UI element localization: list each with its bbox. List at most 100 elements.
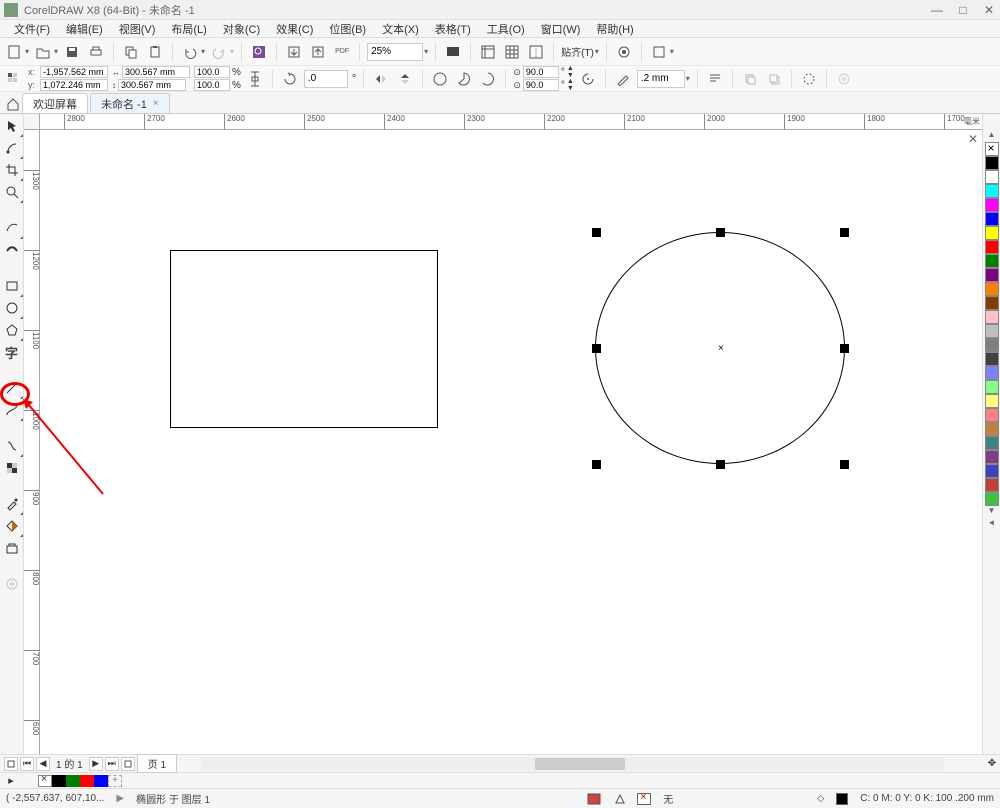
doc-no-color-swatch[interactable] (38, 775, 52, 787)
print-button[interactable] (86, 42, 106, 62)
color-swatch[interactable] (985, 492, 999, 506)
fill-none-swatch[interactable] (637, 793, 651, 805)
spinner-down[interactable]: ▼ (567, 85, 574, 92)
shape-tool[interactable] (2, 138, 22, 158)
add-page-button[interactable] (4, 757, 18, 771)
rotation-input[interactable] (304, 70, 348, 88)
convert-curves-button[interactable] (799, 69, 819, 89)
color-swatch[interactable] (985, 240, 999, 254)
canvas-close-button[interactable]: ✕ (968, 132, 978, 146)
menu-help[interactable]: 帮助(H) (588, 19, 641, 39)
home-tab-button[interactable] (4, 95, 22, 113)
rectangle-object[interactable] (170, 250, 438, 428)
color-swatch[interactable] (985, 380, 999, 394)
selection-handle-w[interactable] (592, 344, 601, 353)
drop-shadow-tool[interactable] (2, 436, 22, 456)
fullscreen-preview-button[interactable] (443, 42, 463, 62)
menu-tools[interactable]: 工具(O) (479, 19, 533, 39)
mirror-h-button[interactable] (371, 69, 391, 89)
menu-effects[interactable]: 效果(C) (268, 19, 321, 39)
artistic-media-tool[interactable] (2, 240, 22, 260)
color-swatch[interactable] (985, 338, 999, 352)
snap-dropdown-icon[interactable]: ▾ (595, 47, 599, 56)
spinner-up[interactable]: ▲ (567, 78, 574, 85)
minimize-button[interactable]: — (930, 3, 944, 17)
color-swatch[interactable] (985, 352, 999, 366)
navigator-button[interactable]: ✥ (984, 758, 1000, 769)
color-swatch[interactable] (985, 212, 999, 226)
ellipse-tool[interactable] (2, 298, 22, 318)
pick-tool[interactable] (2, 116, 22, 136)
palette-scroll-down[interactable]: ▼ (988, 506, 996, 518)
to-back-button[interactable] (764, 69, 784, 89)
color-swatch[interactable] (985, 450, 999, 464)
selection-handle-e[interactable] (840, 344, 849, 353)
polygon-tool[interactable] (2, 320, 22, 340)
outline-dropdown-icon[interactable]: ▾ (686, 74, 690, 83)
transparency-tool[interactable] (2, 458, 22, 478)
interactive-fill-tool[interactable] (2, 516, 22, 536)
selection-handle-nw[interactable] (592, 228, 601, 237)
outline-width-input[interactable] (637, 70, 685, 88)
text-tool[interactable]: 字 (2, 342, 22, 362)
color-swatch[interactable] (985, 198, 999, 212)
fill-indicator-icon[interactable] (587, 793, 601, 805)
color-swatch[interactable] (985, 478, 999, 492)
add-swatch-button[interactable]: + (108, 775, 122, 787)
new-dropdown-icon[interactable]: ▾ (25, 47, 29, 56)
smart-fill-tool[interactable] (2, 538, 22, 558)
color-swatch[interactable] (985, 408, 999, 422)
color-swatch[interactable] (985, 226, 999, 240)
height-input[interactable] (118, 79, 186, 91)
undo-dropdown-icon[interactable]: ▾ (201, 47, 205, 56)
freehand-tool[interactable] (2, 218, 22, 238)
launcher-dropdown-icon[interactable]: ▾ (670, 47, 674, 56)
ellipse-mode-button[interactable] (430, 69, 450, 89)
zoom-tool[interactable] (2, 182, 22, 202)
menu-text[interactable]: 文本(X) (374, 19, 427, 39)
color-swatch[interactable] (985, 282, 999, 296)
options-button[interactable] (614, 42, 634, 62)
open-button[interactable] (33, 42, 53, 62)
export-button[interactable] (308, 42, 328, 62)
outline-color-swatch[interactable] (836, 793, 848, 805)
doc-color-swatch[interactable] (66, 775, 80, 787)
snap-label[interactable]: 贴齐(T) (561, 44, 594, 59)
crop-tool[interactable] (2, 160, 22, 180)
parallel-dim-tool[interactable] (2, 378, 22, 398)
zoom-dropdown-icon[interactable]: ▾ (424, 47, 428, 56)
menu-object[interactable]: 对象(C) (215, 19, 268, 39)
width-input[interactable] (122, 66, 190, 78)
color-swatch[interactable] (985, 296, 999, 310)
direction-button[interactable] (578, 69, 598, 89)
tab-document[interactable]: 未命名 -1× (90, 93, 170, 113)
pie-mode-button[interactable] (454, 69, 474, 89)
tab-close-icon[interactable]: × (153, 98, 159, 109)
palette-flyout[interactable]: ◄ (988, 518, 996, 530)
spinner-up[interactable]: ▲ (567, 65, 574, 72)
color-swatch[interactable] (985, 422, 999, 436)
wrap-text-button[interactable] (705, 69, 725, 89)
color-swatch[interactable] (985, 184, 999, 198)
next-page-button[interactable]: ▶ (89, 757, 103, 771)
color-swatch[interactable] (985, 156, 999, 170)
show-guidelines-button[interactable] (526, 42, 546, 62)
color-swatch[interactable] (985, 170, 999, 184)
hscroll-thumb[interactable] (535, 758, 625, 770)
first-page-button[interactable]: ⏮ (20, 757, 34, 771)
copy-button[interactable] (121, 42, 141, 62)
maximize-button[interactable]: □ (956, 3, 970, 17)
redo-dropdown-icon[interactable]: ▾ (230, 47, 234, 56)
vertical-ruler[interactable]: 1300 1200 1100 1000 900 800 700 600 (24, 130, 40, 754)
mirror-v-button[interactable] (395, 69, 415, 89)
menu-bitmap[interactable]: 位图(B) (321, 19, 374, 39)
x-position-input[interactable] (40, 66, 108, 78)
import-button[interactable] (284, 42, 304, 62)
color-swatch[interactable] (985, 394, 999, 408)
color-swatch[interactable] (985, 268, 999, 282)
zoom-level-input[interactable] (367, 43, 423, 61)
y-position-input[interactable] (40, 79, 108, 91)
save-button[interactable] (62, 42, 82, 62)
close-button[interactable]: ✕ (982, 3, 996, 17)
menu-edit[interactable]: 编辑(E) (58, 19, 111, 39)
